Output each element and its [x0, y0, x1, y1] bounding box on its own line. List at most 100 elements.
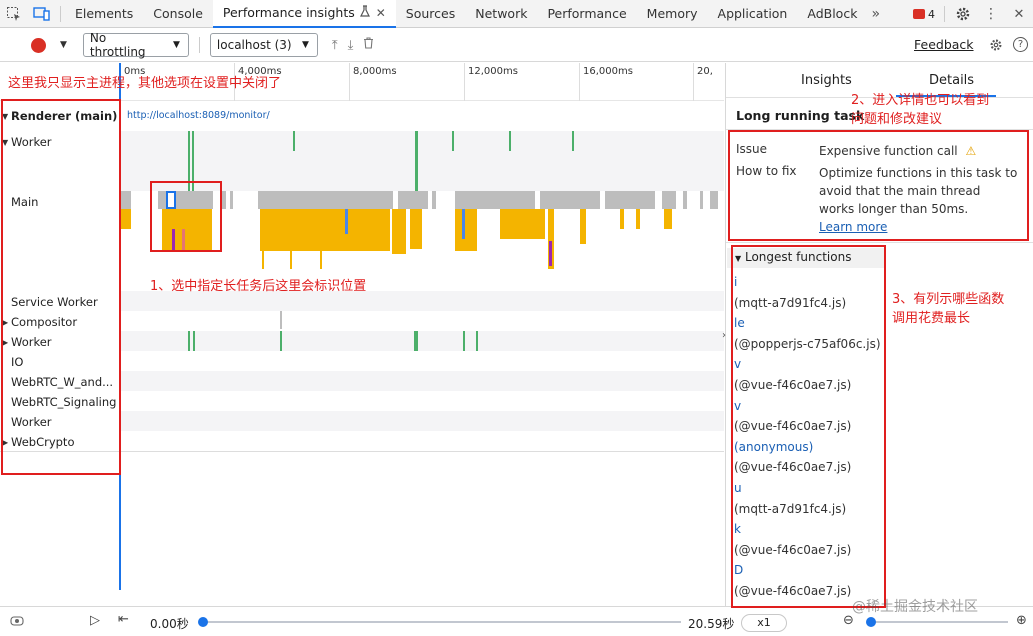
- worker-activity-mark: [280, 331, 282, 351]
- record-options-caret-icon[interactable]: ▼: [60, 40, 67, 50]
- tab-insights[interactable]: Insights: [801, 73, 852, 88]
- tab-memory[interactable]: Memory: [637, 0, 708, 28]
- tab-performance[interactable]: Performance: [537, 0, 636, 28]
- play-icon[interactable]: ▷: [90, 613, 100, 628]
- main-task-block[interactable]: [222, 191, 226, 209]
- main-task-block[interactable]: [710, 191, 718, 209]
- perf-insights-toolbar: ▼ No throttling ▼ localhost (3) ▼ ⤒ ⤓ Fe…: [0, 29, 1033, 62]
- worker-activity-mark: [293, 131, 295, 151]
- close-tab-icon[interactable]: ✕: [376, 6, 386, 20]
- inspect-element-icon[interactable]: [0, 0, 28, 28]
- zoom-slider-knob[interactable]: [866, 617, 876, 627]
- tab-label: Network: [475, 6, 528, 21]
- upload-icon[interactable]: ⤒: [332, 38, 338, 53]
- tab-sources[interactable]: Sources: [396, 0, 465, 28]
- main-task-block[interactable]: [121, 191, 131, 209]
- playback-end-time: 20.59秒: [688, 617, 735, 631]
- toolbar-separator: [198, 37, 200, 53]
- more-options-kebab-icon[interactable]: ⋮: [977, 0, 1005, 28]
- target-select[interactable]: localhost (3) ▼: [209, 33, 318, 57]
- main-task-block[interactable]: [683, 191, 687, 209]
- main-task-block[interactable]: [540, 191, 600, 209]
- worker-activity-mark: [509, 131, 511, 151]
- skip-to-start-icon[interactable]: ⇤: [118, 612, 129, 627]
- zoom-in-icon[interactable]: ⊕: [1016, 613, 1027, 628]
- script-call-block[interactable]: [500, 209, 545, 239]
- compositor-activity-mark: [280, 311, 282, 329]
- zoom-slider-track[interactable]: [870, 621, 1008, 623]
- main-task-block[interactable]: [398, 191, 428, 209]
- script-call-block[interactable]: [290, 229, 292, 269]
- script-call-block[interactable]: [636, 209, 640, 229]
- script-call-block[interactable]: [320, 229, 322, 269]
- main-task-block[interactable]: [258, 191, 393, 209]
- script-call-block[interactable]: [580, 209, 586, 244]
- throttling-select[interactable]: No throttling ▼: [82, 31, 189, 59]
- worker-activity-mark: [452, 131, 454, 151]
- tab-performance-insights[interactable]: Performance insights ✕: [212, 0, 396, 28]
- tab-details[interactable]: Details: [929, 73, 974, 88]
- tab-label: Application: [717, 6, 788, 21]
- script-call-block[interactable]: [410, 209, 422, 249]
- worker-activity-mark: [415, 131, 418, 191]
- main-task-block[interactable]: [230, 191, 233, 209]
- worker-activity-mark: [188, 331, 190, 351]
- script-call-block[interactable]: [549, 241, 552, 266]
- delete-trash-icon[interactable]: [363, 37, 374, 53]
- settings-gear-icon[interactable]: [989, 38, 1003, 55]
- preview-eye-icon[interactable]: [10, 615, 24, 630]
- annotation-box-functions: [731, 245, 886, 608]
- script-call-block[interactable]: [260, 209, 390, 251]
- main-task-block[interactable]: [432, 191, 436, 209]
- watermark: @稀土掘金技术社区: [852, 599, 978, 615]
- tab-label: Console: [153, 6, 203, 21]
- detail-title: Long running task: [736, 108, 865, 123]
- tab-label: Sources: [405, 6, 456, 21]
- feedback-link[interactable]: Feedback: [914, 37, 974, 52]
- tab-console[interactable]: Console: [143, 0, 213, 28]
- ruler-tick: 16,000ms: [579, 63, 633, 101]
- record-button[interactable]: [31, 37, 46, 53]
- script-call-block[interactable]: [620, 209, 624, 229]
- playback-start-time: 0.00秒: [150, 617, 189, 631]
- script-call-block[interactable]: [455, 209, 477, 251]
- main-task-block[interactable]: [605, 191, 655, 209]
- more-tabs-chevron-icon[interactable]: »: [867, 0, 884, 28]
- device-toolbar-icon[interactable]: [28, 0, 56, 28]
- main-task-block[interactable]: [662, 191, 676, 209]
- worker-activity-mark: [572, 131, 574, 151]
- worker-activity-mark: [476, 331, 478, 351]
- ruler-tick: 12,000ms: [464, 63, 518, 101]
- script-call-block[interactable]: [262, 229, 264, 269]
- tab-elements[interactable]: Elements: [65, 0, 143, 28]
- renderer-url: http://localhost:8089/monitor/: [127, 110, 270, 121]
- main-task-block[interactable]: [700, 191, 703, 209]
- track-background: [121, 411, 724, 431]
- chevron-down-icon: ▼: [302, 40, 309, 50]
- script-call-block[interactable]: [345, 209, 348, 234]
- error-icon: [913, 9, 925, 19]
- worker-activity-mark: [193, 331, 195, 351]
- script-call-block[interactable]: [392, 209, 406, 254]
- annotation-note: 3、有列示哪些函数: [892, 292, 1005, 307]
- tab-label: AdBlock: [807, 6, 858, 21]
- error-count-badge[interactable]: 4: [908, 6, 940, 22]
- tab-label: Elements: [75, 6, 134, 21]
- tab-separator: [60, 5, 61, 22]
- settings-gear-icon[interactable]: [949, 0, 977, 28]
- tab-adblock[interactable]: AdBlock: [797, 0, 867, 28]
- tab-application[interactable]: Application: [708, 0, 798, 28]
- script-call-block[interactable]: [121, 209, 131, 229]
- script-call-block[interactable]: [664, 209, 672, 229]
- playback-slider-track[interactable]: [203, 621, 681, 623]
- playback-slider-knob[interactable]: [198, 617, 208, 627]
- close-devtools-icon[interactable]: ✕: [1005, 0, 1033, 28]
- download-icon[interactable]: ⤓: [348, 38, 354, 53]
- playback-speed-pill[interactable]: x1: [741, 614, 787, 632]
- script-call-block[interactable]: [462, 209, 465, 239]
- tab-network[interactable]: Network: [465, 0, 537, 28]
- help-icon[interactable]: ?: [1013, 37, 1028, 52]
- collapse-panel-chevron-icon[interactable]: ›: [719, 322, 729, 348]
- main-task-block[interactable]: [455, 191, 535, 209]
- annotation-box-issue: [728, 130, 1029, 241]
